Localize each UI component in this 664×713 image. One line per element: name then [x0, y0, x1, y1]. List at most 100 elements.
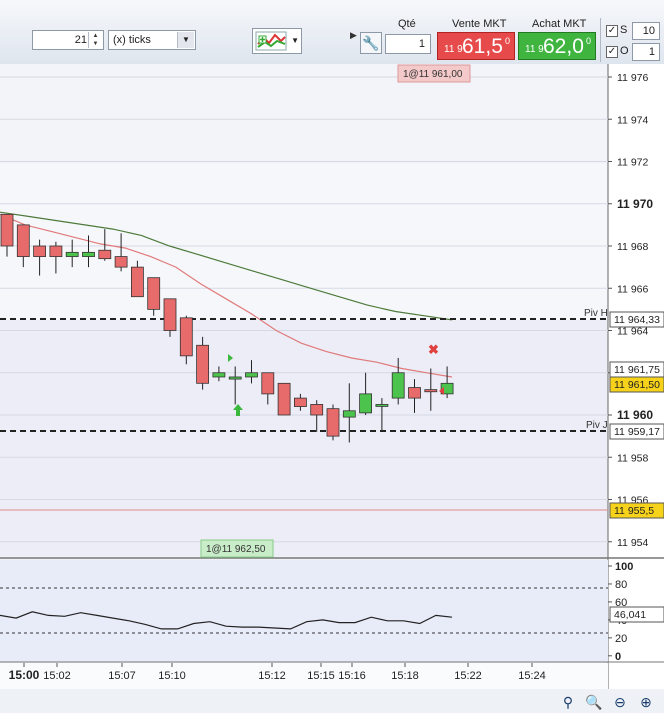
price-axis-label: 11 972 — [617, 157, 648, 169]
candle-body — [16, 224, 30, 257]
period-unit-label[interactable]: (x) ticks — [113, 34, 151, 46]
oscillator-value: 46,041 — [614, 609, 646, 621]
candle-body — [326, 408, 340, 437]
o-checkbox[interactable]: ✓ — [606, 46, 618, 58]
zoom-out-icon[interactable]: ⊖ — [611, 694, 629, 710]
o-label: O — [620, 45, 629, 57]
time-axis-label: 15:10 — [158, 670, 186, 682]
buy-price-main: 62,0 — [543, 35, 584, 58]
zoom-toolbar: ⚲ 🔍 ⊖ ⊕ — [555, 690, 664, 713]
pivot-h-value: 11 964,33 — [614, 314, 660, 326]
candle-body — [293, 397, 307, 407]
candle-body — [212, 372, 226, 378]
indicator-button[interactable]: ▼ — [252, 28, 302, 54]
sell-label: Vente MKT — [452, 18, 507, 30]
level-price: 11 955,5 — [614, 505, 654, 517]
qty-input[interactable]: 1 — [385, 34, 431, 54]
wrench-icon[interactable]: 🔧 — [360, 32, 382, 54]
stepper-arrows-icon[interactable]: ▲ ▼ — [88, 32, 102, 48]
close-order-icon[interactable]: ✖ — [428, 342, 439, 357]
osc-axis-label: 80 — [615, 579, 627, 591]
toolbar: 21 ▲ ▼ (x) ticks ▼ ▼ ▶ 🔧 Qté 1 Vente MKT … — [0, 0, 664, 65]
time-axis-label: 15:16 — [338, 670, 366, 682]
collapse-arrow-icon[interactable]: ▶ — [350, 30, 360, 54]
buy-order-label[interactable]: 1@11 962,50 — [206, 544, 266, 555]
osc-axis-label: 100 — [615, 561, 633, 573]
time-axis-label: 15:18 — [391, 670, 419, 682]
oscillator-panel[interactable] — [0, 560, 608, 662]
time-axis-label: 15:15 — [307, 670, 335, 682]
time-axis-label: 15:12 — [258, 670, 286, 682]
zoom-fit-icon[interactable]: 🔍 — [585, 694, 603, 710]
candle-body — [163, 298, 177, 331]
time-axis-label: 15:07 — [108, 670, 136, 682]
s-label: S — [620, 24, 628, 36]
time-axis-label: 15:02 — [43, 670, 71, 682]
price-axis-label: 11 958 — [617, 452, 648, 464]
price-axis-label: 11 954 — [617, 537, 648, 549]
candle-body — [375, 404, 389, 407]
sell-order-label[interactable]: 1@11 961,00 — [403, 69, 463, 80]
candle-body — [277, 382, 291, 416]
divider — [600, 18, 601, 62]
chart-zoom-icon[interactable]: ⚲ — [559, 694, 577, 710]
sell-market-button[interactable]: 11 9 61,5 0 — [437, 32, 515, 60]
candle-body — [261, 372, 275, 395]
candle-body — [82, 251, 95, 257]
period-value[interactable]: 21 — [75, 34, 87, 46]
price-axis-label: 11 974 — [617, 114, 648, 126]
period-unit-select[interactable]: (x) ticks ▼ — [108, 30, 196, 50]
osc-axis-label: 0 — [615, 651, 621, 663]
sell-price-sup: 0 — [504, 36, 510, 46]
chevron-down-icon[interactable]: ▼ — [177, 32, 194, 48]
time-axis-label: 15:22 — [454, 670, 482, 682]
candle-body — [228, 376, 242, 380]
chevron-down-icon[interactable]: ▼ — [291, 36, 299, 45]
price-axis-label: 11 966 — [617, 283, 648, 295]
s-checkbox[interactable]: ✓ — [606, 25, 618, 37]
price-chart[interactable]: Piv H Piv J ✖ 1@11 961,00 1@11 962,50 11… — [0, 64, 664, 713]
candle-body — [179, 317, 193, 357]
ask-price: 11 961,75 — [614, 364, 660, 376]
candle-body — [147, 277, 161, 310]
candle-body — [408, 387, 421, 399]
time-axis-label: 15:24 — [518, 670, 546, 682]
candle-body — [49, 245, 63, 257]
s-value-input[interactable]: 10 — [632, 22, 660, 40]
candle-body — [391, 372, 405, 399]
price-axis-label: 11 970 — [617, 197, 653, 211]
time-axis — [0, 663, 608, 689]
candle-body — [245, 372, 258, 378]
indicator-chart-icon[interactable] — [255, 29, 291, 53]
sell-price-prefix: 11 9 — [444, 44, 463, 55]
candle-body — [359, 393, 373, 414]
last-price: 11 961,50 — [614, 379, 660, 391]
buy-price-sup: 0 — [585, 36, 591, 46]
candle-body — [65, 251, 79, 257]
o-value-input[interactable]: 1 — [632, 43, 660, 61]
buy-market-button[interactable]: 11 9 62,0 0 — [518, 32, 596, 60]
candle-body — [424, 389, 438, 393]
pivot-j-value: 11 959,17 — [614, 426, 660, 438]
period-stepper[interactable]: 21 ▲ ▼ — [32, 30, 104, 50]
price-axis-label: 11 960 — [617, 408, 653, 422]
candle-body — [114, 256, 128, 268]
candle-body — [130, 266, 144, 298]
price-axis-label: 11 976 — [617, 72, 648, 84]
candle-body — [0, 213, 14, 247]
candle-body — [310, 404, 324, 416]
candle-body — [342, 410, 356, 418]
pivot-j-label: Piv J — [586, 420, 608, 431]
sell-price-main: 61,5 — [462, 35, 503, 58]
candle-body — [196, 344, 210, 384]
osc-axis-label: 20 — [615, 633, 627, 645]
candle-body — [33, 245, 46, 257]
pivot-h-label: Piv H — [584, 308, 608, 319]
time-axis-label: 15:00 — [9, 668, 40, 682]
price-axis-label: 11 968 — [617, 241, 648, 253]
buy-price-prefix: 11 9 — [525, 44, 544, 55]
candle-body — [98, 249, 112, 260]
buy-label: Achat MKT — [532, 18, 587, 30]
qty-label: Qté — [398, 18, 416, 30]
zoom-in-icon[interactable]: ⊕ — [637, 694, 655, 710]
